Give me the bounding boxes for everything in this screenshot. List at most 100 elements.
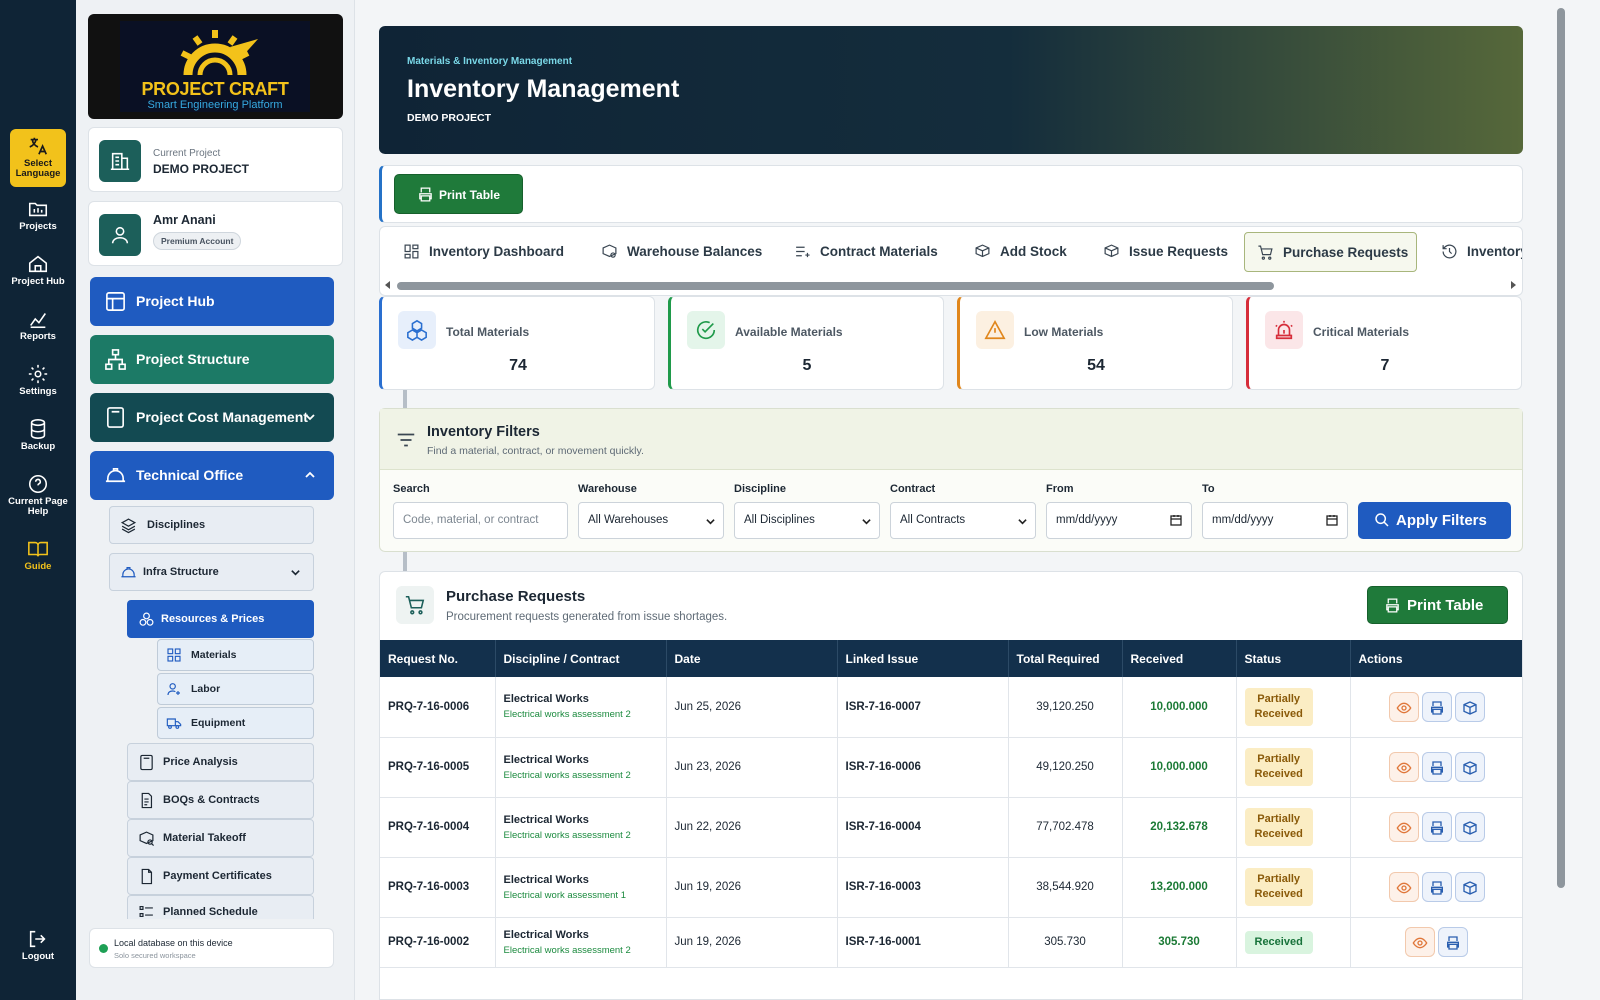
rail-project-hub[interactable]: Project Hub (0, 253, 76, 287)
calendar-icon[interactable] (1170, 514, 1182, 526)
table-row[interactable]: PRQ-7-16-0003 Electrical Works Electrical … (380, 857, 1522, 918)
nav-labor[interactable]: Labor (157, 673, 314, 705)
nav-payment-certificates[interactable]: Payment Certificates (127, 857, 314, 895)
linked-issue[interactable]: ISR-7-16-0007 (846, 701, 921, 713)
linked-issue[interactable]: ISR-7-16-0004 (846, 821, 921, 833)
tab-issue-requests[interactable]: Issue Requests (1103, 232, 1228, 272)
print-printer-icon[interactable] (1421, 812, 1452, 842)
print-table-top-button[interactable]: Print Table (394, 174, 523, 214)
receive-package-icon[interactable] (1454, 752, 1485, 782)
print-table-button[interactable]: Print Table (1367, 586, 1508, 624)
table-row[interactable]: PRQ-7-16-0002 Electrical Works Electrical … (380, 917, 1522, 968)
nav-resources-label: Resources & Prices (161, 613, 265, 625)
cell-actions (1350, 797, 1522, 858)
linked-issue[interactable]: ISR-7-16-0001 (846, 936, 921, 948)
nav-equipment[interactable]: Equipment (157, 707, 314, 739)
receive-package-icon[interactable] (1454, 691, 1485, 722)
col-received[interactable]: Received (1122, 640, 1237, 677)
nav-materials[interactable]: Materials (157, 639, 314, 671)
contract-select[interactable]: All Contracts (890, 502, 1036, 539)
linked-issue[interactable]: ISR-7-16-0003 (846, 881, 921, 893)
receive-package-icon[interactable] (1454, 872, 1485, 902)
view-eye-icon[interactable] (1388, 691, 1419, 722)
nav-price-analysis[interactable]: Price Analysis (127, 743, 314, 781)
nav-infra-structure[interactable]: Infra Structure (109, 553, 314, 591)
filters-title: Inventory Filters (427, 424, 540, 440)
receive-package-icon[interactable] (1454, 812, 1485, 842)
rail-help[interactable]: Current Page Help (0, 473, 76, 517)
nav-resources-prices[interactable]: Resources & Prices (127, 600, 314, 638)
purchase-requests-table: Request No. Discipline / Contract Date L… (380, 640, 1522, 968)
rail-logout[interactable]: Logout (0, 928, 76, 962)
tab-inventory[interactable]: Inventory (1441, 232, 1522, 272)
tab-add-stock[interactable]: Add Stock (974, 232, 1067, 272)
warehouse-select[interactable]: All Warehouses (578, 502, 724, 539)
col-request-no[interactable]: Request No. (380, 640, 496, 677)
nav-disciplines[interactable]: Disciplines (109, 506, 314, 544)
print-printer-icon[interactable] (1438, 927, 1469, 957)
user-cog-icon (167, 683, 180, 696)
view-eye-icon[interactable] (1388, 872, 1419, 902)
view-eye-icon[interactable] (1388, 812, 1419, 842)
rail-backup[interactable]: Backup (0, 418, 76, 452)
cell-request-no: PRQ-7-16-0003 (380, 857, 496, 918)
current-project-card[interactable]: Current Project DEMO PROJECT (88, 127, 343, 192)
stat-low-materials: Low Materials 54 (957, 296, 1233, 390)
nav-cost-management[interactable]: Project Cost Management (90, 393, 334, 442)
sidebar: PROJECT CRAFT Smart Engineering Platform… (76, 0, 407, 1000)
layout-icon (106, 292, 125, 311)
view-eye-icon[interactable] (1405, 927, 1436, 957)
print-printer-icon[interactable] (1421, 872, 1452, 902)
nav-project-structure[interactable]: Project Structure (90, 335, 334, 384)
discipline-select[interactable]: All Disciplines (734, 502, 880, 539)
cell-status: Partially Received (1236, 797, 1351, 858)
table-row[interactable]: PRQ-7-16-0004 Electrical Works Electrical … (380, 797, 1522, 858)
search-input[interactable]: Code, material, or contract (393, 502, 568, 539)
col-linked-issue[interactable]: Linked Issue (837, 640, 1009, 677)
linked-issue[interactable]: ISR-7-16-0006 (846, 761, 921, 773)
nav-technical-office[interactable]: Technical Office (90, 451, 334, 500)
tabs-scrollbar[interactable] (397, 282, 1274, 290)
col-discipline-contract[interactable]: Discipline / Contract (495, 640, 667, 677)
nav-project-hub[interactable]: Project Hub (90, 277, 334, 326)
tab-contract-materials[interactable]: Contract Materials (794, 232, 938, 272)
user-card[interactable]: Amr Anani Premium Account (88, 201, 343, 266)
calendar-icon[interactable] (1326, 514, 1338, 526)
tab-inventory-dashboard[interactable]: Inventory Dashboard (403, 232, 564, 272)
page-header: Materials & Inventory Management Invento… (379, 26, 1523, 154)
request-number: PRQ-7-16-0005 (388, 761, 470, 773)
page-scrollbar[interactable] (1557, 8, 1565, 888)
print-printer-icon[interactable] (1421, 752, 1452, 782)
rail-reports[interactable]: Reports (0, 308, 76, 342)
rail-settings[interactable]: Settings (0, 363, 76, 397)
discipline-name: Electrical Works (503, 753, 589, 766)
rail-guide[interactable]: Guide (0, 538, 76, 572)
col-date[interactable]: Date (666, 640, 838, 677)
nav-planned-schedule[interactable]: Planned Schedule (127, 895, 314, 919)
cell-actions (1350, 857, 1522, 918)
select-language-button[interactable]: Select Language (10, 129, 66, 187)
print-printer-icon[interactable] (1421, 691, 1452, 722)
col-status[interactable]: Status (1236, 640, 1351, 677)
scroll-right-icon[interactable] (1509, 281, 1517, 289)
apply-filters-button[interactable]: Apply Filters (1358, 502, 1511, 539)
to-date-value: mm/dd/yyyy (1212, 514, 1274, 526)
cell-date: Jun 23, 2026 (666, 737, 838, 798)
scroll-left-icon[interactable] (384, 281, 392, 289)
table-row[interactable]: PRQ-7-16-0006 Electrical Works Electrical … (380, 677, 1522, 738)
table-row[interactable]: PRQ-7-16-0005 Electrical Works Electrical … (380, 737, 1522, 798)
col-total-required[interactable]: Total Required (1008, 640, 1123, 677)
user-name: Amr Anani (153, 213, 216, 227)
nav-boqs[interactable]: BOQs & Contracts (127, 781, 314, 819)
chart-line-icon (30, 313, 46, 329)
view-eye-icon[interactable] (1388, 752, 1419, 782)
db-status: Local database on this device Solo secur… (89, 928, 334, 968)
tab-purchase-requests[interactable]: Purchase Requests (1244, 232, 1417, 272)
tab-warehouse-balances[interactable]: Warehouse Balances (601, 232, 762, 272)
from-date-input[interactable]: mm/dd/yyyy (1046, 502, 1192, 539)
rail-projects[interactable]: Projects (0, 198, 76, 232)
contract-value: All Contracts (900, 514, 966, 526)
to-date-input[interactable]: mm/dd/yyyy (1202, 502, 1348, 539)
nav-material-takeoff[interactable]: Material Takeoff (127, 819, 314, 857)
check-circle-icon (687, 311, 725, 349)
